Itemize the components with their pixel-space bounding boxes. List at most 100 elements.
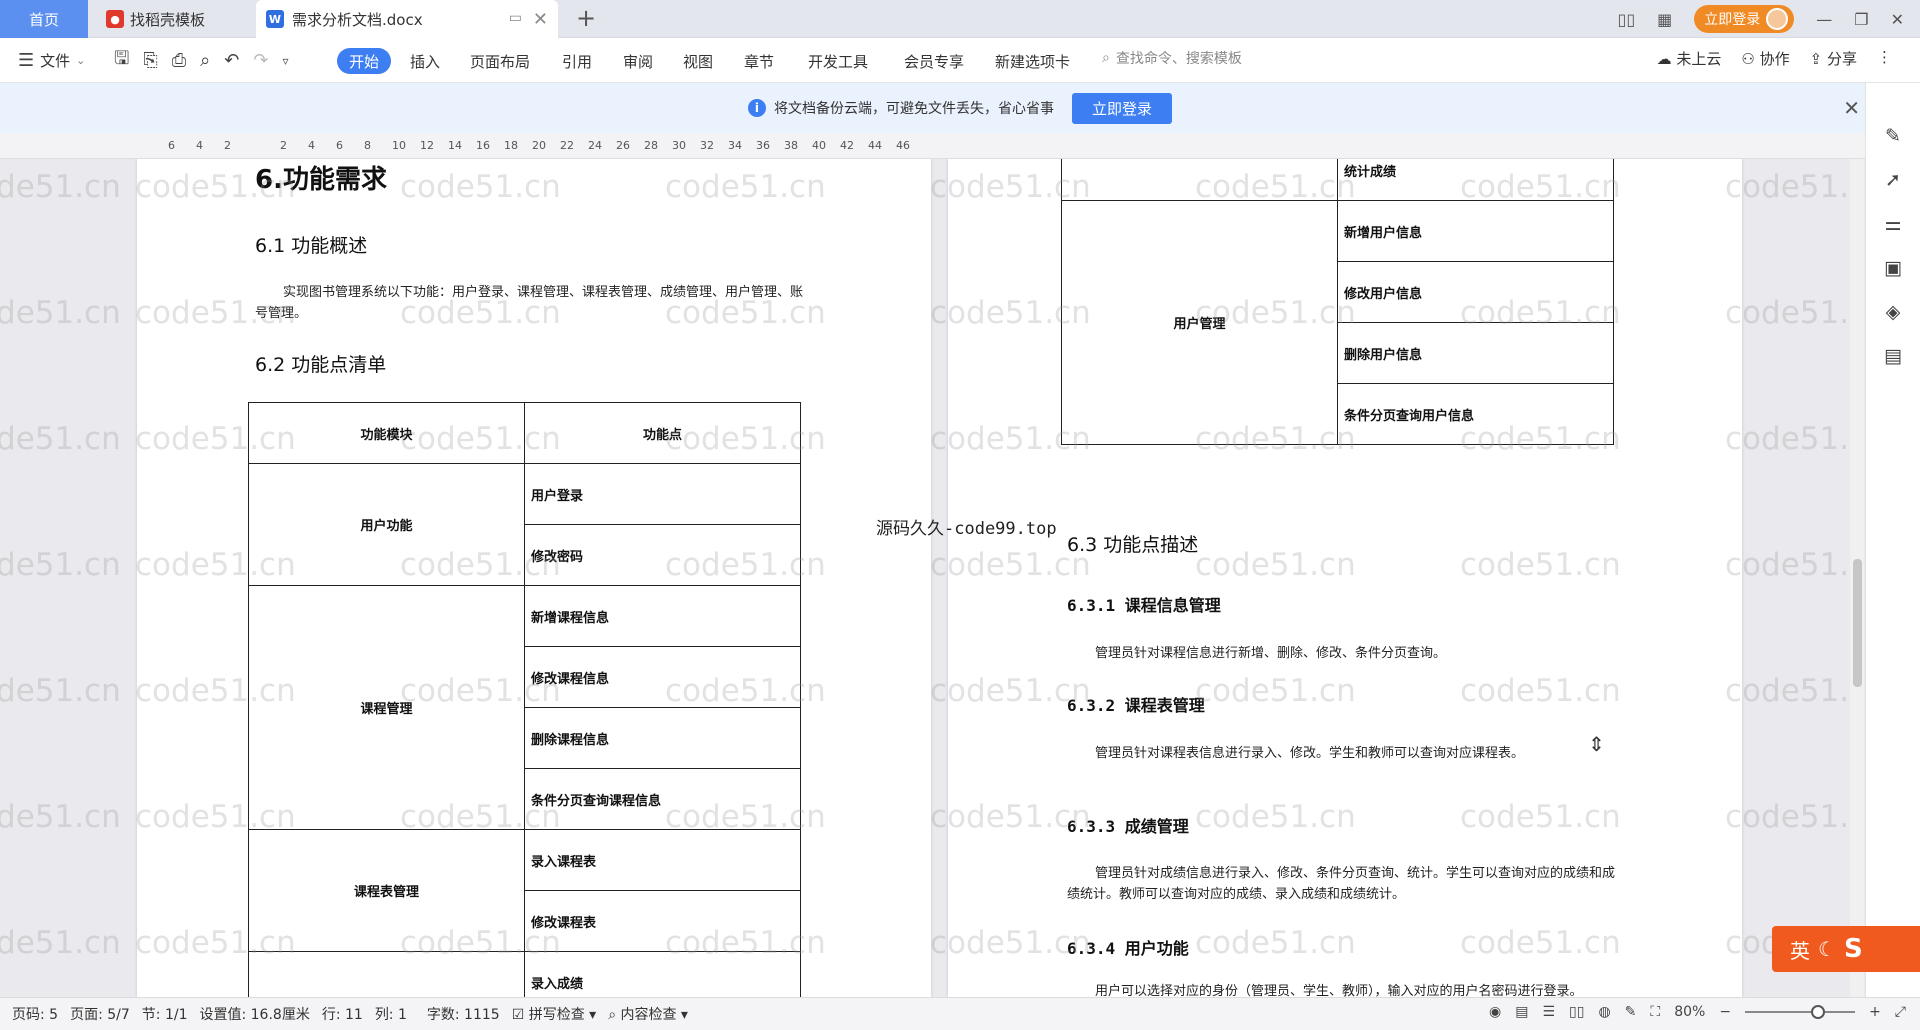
grid-apps-icon[interactable]: ▦ <box>1657 10 1672 29</box>
ribbon-tab-view[interactable]: 视图 <box>683 48 713 74</box>
restore-icon[interactable]: ❐ <box>1854 10 1868 29</box>
cloud-button[interactable]: ☁ 未上云 <box>1657 48 1722 69</box>
more-icon[interactable]: ▿ <box>282 54 288 68</box>
tab-bar: 首页 ● 找稻壳模板 W 需求分析文档.docx ▭ ✕ + ▯▯ ▦ 立即登录… <box>0 0 1920 38</box>
search-input[interactable]: ⌕ 查找命令、搜索模板 <box>1102 48 1242 68</box>
zoom-value[interactable]: 80% <box>1674 1004 1705 1020</box>
pointer-icon[interactable]: ➚ <box>1882 169 1904 191</box>
status-row: 行: 11 <box>321 1007 363 1023</box>
watermark-text: code51.cn <box>1725 169 1865 205</box>
ruler-tick: 34 <box>728 139 742 152</box>
zoom-out-icon[interactable]: − <box>1719 1004 1731 1020</box>
subheading-list: 6.2 功能点清单 <box>255 354 387 376</box>
header-module: 功能模块 <box>248 402 525 464</box>
toolbar: ☰ 文件 ⌄ 🖫 ⎘ ⎙ ⌕ ↶ ↷ ▿ 开始 插入 页面布局 引用 审阅 视图… <box>0 38 1920 83</box>
ribbon-tab-layout[interactable]: 页面布局 <box>470 48 530 74</box>
document-canvas[interactable]: 6.功能需求 6.1 功能概述 实现图书管理系统以下功能：用户登录、课程管理、课… <box>0 159 1865 997</box>
zoom-in-icon[interactable]: + <box>1869 1004 1881 1020</box>
close-window-icon[interactable]: ✕ <box>1891 10 1904 29</box>
ribbon-tab-new[interactable]: 新建选项卡 <box>995 48 1070 74</box>
close-tab-icon[interactable]: ✕ <box>533 9 548 30</box>
fullscreen-icon[interactable]: ⤢ <box>1895 1004 1906 1020</box>
redo-icon[interactable]: ↷ <box>253 50 268 71</box>
book-icon[interactable]: ▤ <box>1882 345 1904 367</box>
read-view-icon[interactable]: ▯▯ <box>1569 1004 1584 1020</box>
zoom-slider[interactable] <box>1745 1005 1856 1019</box>
undo-icon[interactable]: ↶ <box>224 50 239 71</box>
section-paragraph: 管理员针对课程信息进行新增、删除、修改、条件分页查询。 <box>1095 646 1447 661</box>
ribbon-tab-insert[interactable]: 插入 <box>410 48 440 74</box>
window-pin-icon[interactable]: ▭ <box>509 10 522 26</box>
content-check-button[interactable]: ⌕ 内容检查 ▾ <box>608 1004 688 1024</box>
section-title: 6.3.3 成绩管理 <box>1067 817 1189 836</box>
tab-document[interactable]: W 需求分析文档.docx ▭ ✕ <box>256 0 558 38</box>
page-view-icon[interactable]: ▤ <box>1515 1004 1528 1020</box>
tab-daoke-label: 找稻壳模板 <box>130 10 206 29</box>
ribbon-tab-review[interactable]: 审阅 <box>623 48 653 74</box>
ribbon-tab-references[interactable]: 引用 <box>562 48 592 74</box>
ruler-tick: 2 <box>280 139 287 152</box>
section-title: 6.3.1 课程信息管理 <box>1067 596 1221 615</box>
ime-indicator[interactable]: 英 ☾ S <box>1772 926 1920 972</box>
export-icon[interactable]: ⎘ <box>143 50 157 71</box>
preview-icon[interactable]: ⌕ <box>200 50 210 71</box>
share-button[interactable]: ⇪ 分享 <box>1810 48 1857 69</box>
ruler-tick: 18 <box>504 139 518 152</box>
web-view-icon[interactable]: ◍ <box>1598 1004 1610 1020</box>
table-row: 录入成绩 <box>248 951 801 997</box>
ribbon-tab-chapter[interactable]: 章节 <box>744 48 774 74</box>
collab-button[interactable]: ⚇ 协作 <box>1741 48 1789 69</box>
ribbon-tab-developer[interactable]: 开发工具 <box>808 48 868 74</box>
pen-icon[interactable]: ✎ <box>1882 125 1904 147</box>
ribbon-tab-member[interactable]: 会员专享 <box>904 48 964 74</box>
eye-icon[interactable]: ◉ <box>1489 1004 1501 1020</box>
ruler-tick: 20 <box>532 139 546 152</box>
compass-icon[interactable]: ◈ <box>1882 301 1904 323</box>
spell-check-button[interactable]: ☑ 拼写检查 ▾ <box>512 1004 597 1024</box>
close-icon[interactable]: ✕ <box>1843 96 1860 120</box>
image-icon[interactable]: ▣ <box>1882 257 1904 279</box>
page-right[interactable]: 统计成绩 用户管理 新增用户信息 修改用户信息 删除用户信息 条件分页查询用户信… <box>948 159 1742 997</box>
status-page[interactable]: 页面: 5/7 <box>70 1004 130 1024</box>
write-view-icon[interactable]: ✎ <box>1625 1004 1637 1020</box>
ruler-tick: 16 <box>476 139 490 152</box>
save-icon[interactable]: 🖫 <box>114 46 129 76</box>
table-row: 用户管理 新增用户信息 <box>1061 200 1614 445</box>
tab-daoke[interactable]: ● 找稻壳模板 <box>94 0 254 38</box>
feature-cell: 录入课程表 <box>524 829 801 891</box>
minimize-icon[interactable]: — <box>1816 10 1832 29</box>
file-menu[interactable]: ☰ 文件 ⌄ <box>18 38 85 83</box>
status-col: 列: 1 <box>374 1007 407 1023</box>
layout-icon[interactable]: ▯▯ <box>1618 10 1636 29</box>
ruler-tick: 32 <box>700 139 714 152</box>
notice-login-button[interactable]: 立即登录 <box>1071 92 1172 124</box>
ruler-tick: 6 <box>168 139 175 152</box>
cloud-label: 未上云 <box>1676 50 1722 68</box>
fit-icon[interactable]: ⛶ <box>1650 1004 1660 1020</box>
sogou-icon: S <box>1843 934 1863 964</box>
chevron-down-icon: ⌄ <box>76 54 86 67</box>
print-icon[interactable]: ⎙ <box>172 50 186 71</box>
watermark-text: code51.cn <box>0 547 121 583</box>
status-words[interactable]: 字数: 1115 <box>427 1004 500 1024</box>
zoom-slider-knob[interactable] <box>1811 1005 1826 1019</box>
vertical-scrollbar[interactable] <box>1850 159 1864 997</box>
search-placeholder: 查找命令、搜索模板 <box>1115 51 1242 67</box>
feature-cell: 条件分页查询用户信息 <box>1337 383 1614 445</box>
ruler-tick: 40 <box>812 139 826 152</box>
ruler-tick: 30 <box>672 139 686 152</box>
scrollbar-thumb[interactable] <box>1853 559 1862 687</box>
settings-sliders-icon[interactable]: ⚌ <box>1882 213 1904 235</box>
feature-cell: 条件分页查询课程信息 <box>524 768 801 830</box>
login-button[interactable]: 立即登录 <box>1694 5 1795 33</box>
watermark-text: code51.cn <box>1725 421 1865 457</box>
outline-view-icon[interactable]: ☰ <box>1542 1004 1555 1020</box>
tab-home[interactable]: 首页 <box>0 0 88 38</box>
more-options-icon[interactable]: ⋮ <box>1877 48 1892 69</box>
window-controls: ▯▯ ▦ 立即登录 — ❐ ✕ <box>1618 0 1920 38</box>
subheading-overview: 6.1 功能概述 <box>255 235 368 257</box>
new-tab-icon[interactable]: + <box>576 4 596 32</box>
page-left[interactable]: 6.功能需求 6.1 功能概述 实现图书管理系统以下功能：用户登录、课程管理、课… <box>137 159 931 997</box>
ribbon-tab-home[interactable]: 开始 <box>337 48 392 74</box>
ruler[interactable]: 6 4 2 2 4 6 8 10 12 14 16 18 20 22 24 26 28 30 32 34 36 38 40 4… <box>0 133 1865 159</box>
